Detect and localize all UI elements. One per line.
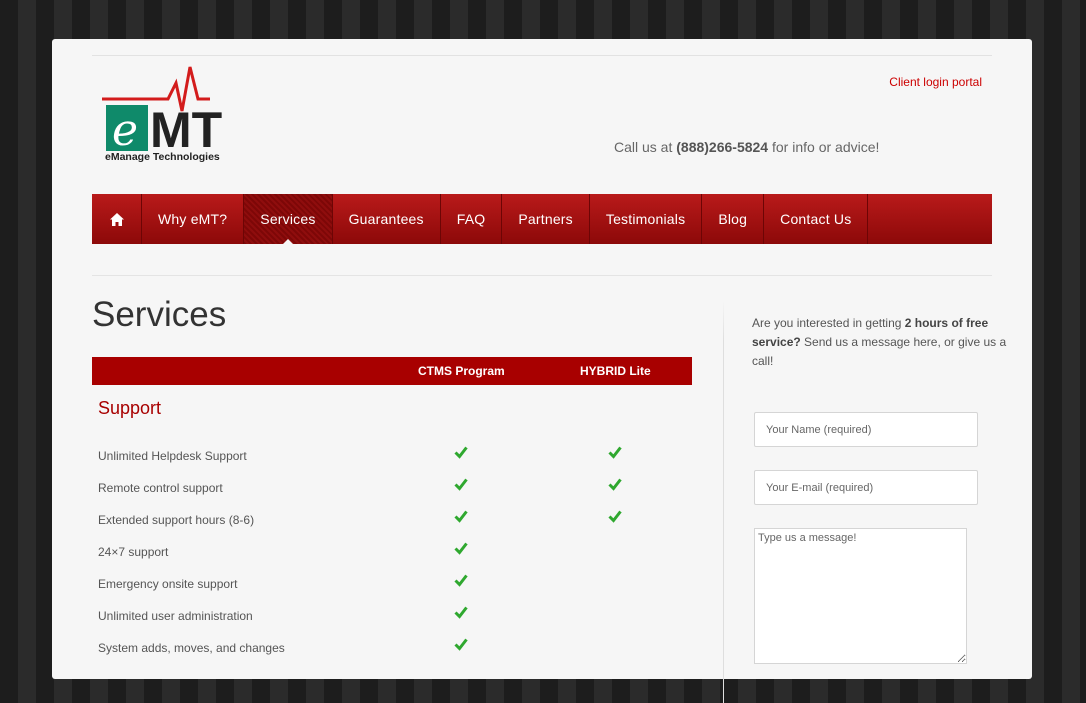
ctms-check-icon bbox=[454, 638, 468, 651]
sidebar-divider bbox=[723, 301, 724, 703]
logo-mark: MT bbox=[150, 102, 222, 158]
email-field[interactable] bbox=[754, 470, 978, 505]
table-row: 24×7 support bbox=[92, 536, 692, 568]
table-row: Unlimited user administration bbox=[92, 600, 692, 632]
column-ctms: CTMS Program bbox=[418, 364, 505, 378]
logo-tagline: eManage Technologies bbox=[105, 151, 220, 163]
row-label: 24×7 support bbox=[98, 545, 169, 559]
row-label: Extended support hours (8-6) bbox=[98, 513, 255, 527]
hybrid-check-icon bbox=[608, 510, 622, 523]
column-hybrid: HYBRID Lite bbox=[580, 364, 651, 378]
ctms-check-icon bbox=[454, 542, 468, 555]
call-suffix: for info or advice! bbox=[768, 139, 880, 155]
table-row: Remote control support bbox=[92, 472, 692, 504]
page-title: Services bbox=[92, 295, 227, 334]
top-divider bbox=[92, 55, 992, 56]
nav-guarantees[interactable]: Guarantees bbox=[333, 194, 441, 244]
nav-home[interactable] bbox=[92, 194, 142, 244]
nav-faq[interactable]: FAQ bbox=[441, 194, 503, 244]
ctms-check-icon bbox=[454, 510, 468, 523]
table-row: Emergency onsite support bbox=[92, 568, 692, 600]
logo[interactable]: e MT eManage Technologies bbox=[102, 65, 262, 165]
row-label: Emergency onsite support bbox=[98, 577, 238, 591]
hybrid-check-icon bbox=[608, 478, 622, 491]
name-field[interactable] bbox=[754, 412, 978, 447]
phone-number: (888)266-5824 bbox=[676, 139, 769, 155]
page-container: e MT eManage Technologies Client login p… bbox=[52, 39, 1032, 703]
sidebar-intro: Are you interested in getting 2 hours of… bbox=[752, 314, 1014, 371]
nav-contact-us[interactable]: Contact Us bbox=[764, 194, 869, 244]
row-label: Unlimited user administration bbox=[98, 609, 253, 623]
call-prefix: Call us at bbox=[614, 139, 677, 155]
services-table: Unlimited Helpdesk Support Remote contro… bbox=[92, 440, 692, 664]
nav-why-emt[interactable]: Why eMT? bbox=[142, 194, 245, 244]
message-field[interactable] bbox=[754, 528, 967, 664]
nav-partners[interactable]: Partners bbox=[502, 194, 590, 244]
nav-blog[interactable]: Blog bbox=[702, 194, 765, 244]
section-support-title: Support bbox=[98, 398, 162, 418]
table-row: Unlimited Helpdesk Support bbox=[92, 440, 692, 472]
services-table-header: CTMS Program HYBRID Lite bbox=[92, 357, 692, 385]
ctms-check-icon bbox=[454, 606, 468, 619]
nav-services[interactable]: Services bbox=[244, 194, 333, 244]
hybrid-check-icon bbox=[608, 446, 622, 459]
ctms-check-icon bbox=[454, 574, 468, 587]
intro-text: Are you interested in getting bbox=[752, 316, 905, 330]
ctms-check-icon bbox=[454, 478, 468, 491]
client-login-link[interactable]: Client login portal bbox=[889, 75, 982, 89]
main-nav: Why eMT? Services Guarantees FAQ Partner… bbox=[92, 194, 992, 244]
ctms-check-icon bbox=[454, 446, 468, 459]
row-label: Remote control support bbox=[98, 481, 223, 495]
logo-letter: e bbox=[112, 105, 138, 156]
row-label: System adds, moves, and changes bbox=[98, 641, 285, 655]
table-row: Extended support hours (8-6) bbox=[92, 504, 692, 536]
call-us-text: Call us at (888)266-5824 for info or adv… bbox=[614, 139, 879, 155]
row-label: Unlimited Helpdesk Support bbox=[98, 449, 247, 463]
nav-testimonials[interactable]: Testimonials bbox=[590, 194, 703, 244]
home-icon bbox=[109, 212, 124, 226]
table-row: System adds, moves, and changes bbox=[92, 632, 692, 664]
header-divider bbox=[92, 275, 992, 276]
